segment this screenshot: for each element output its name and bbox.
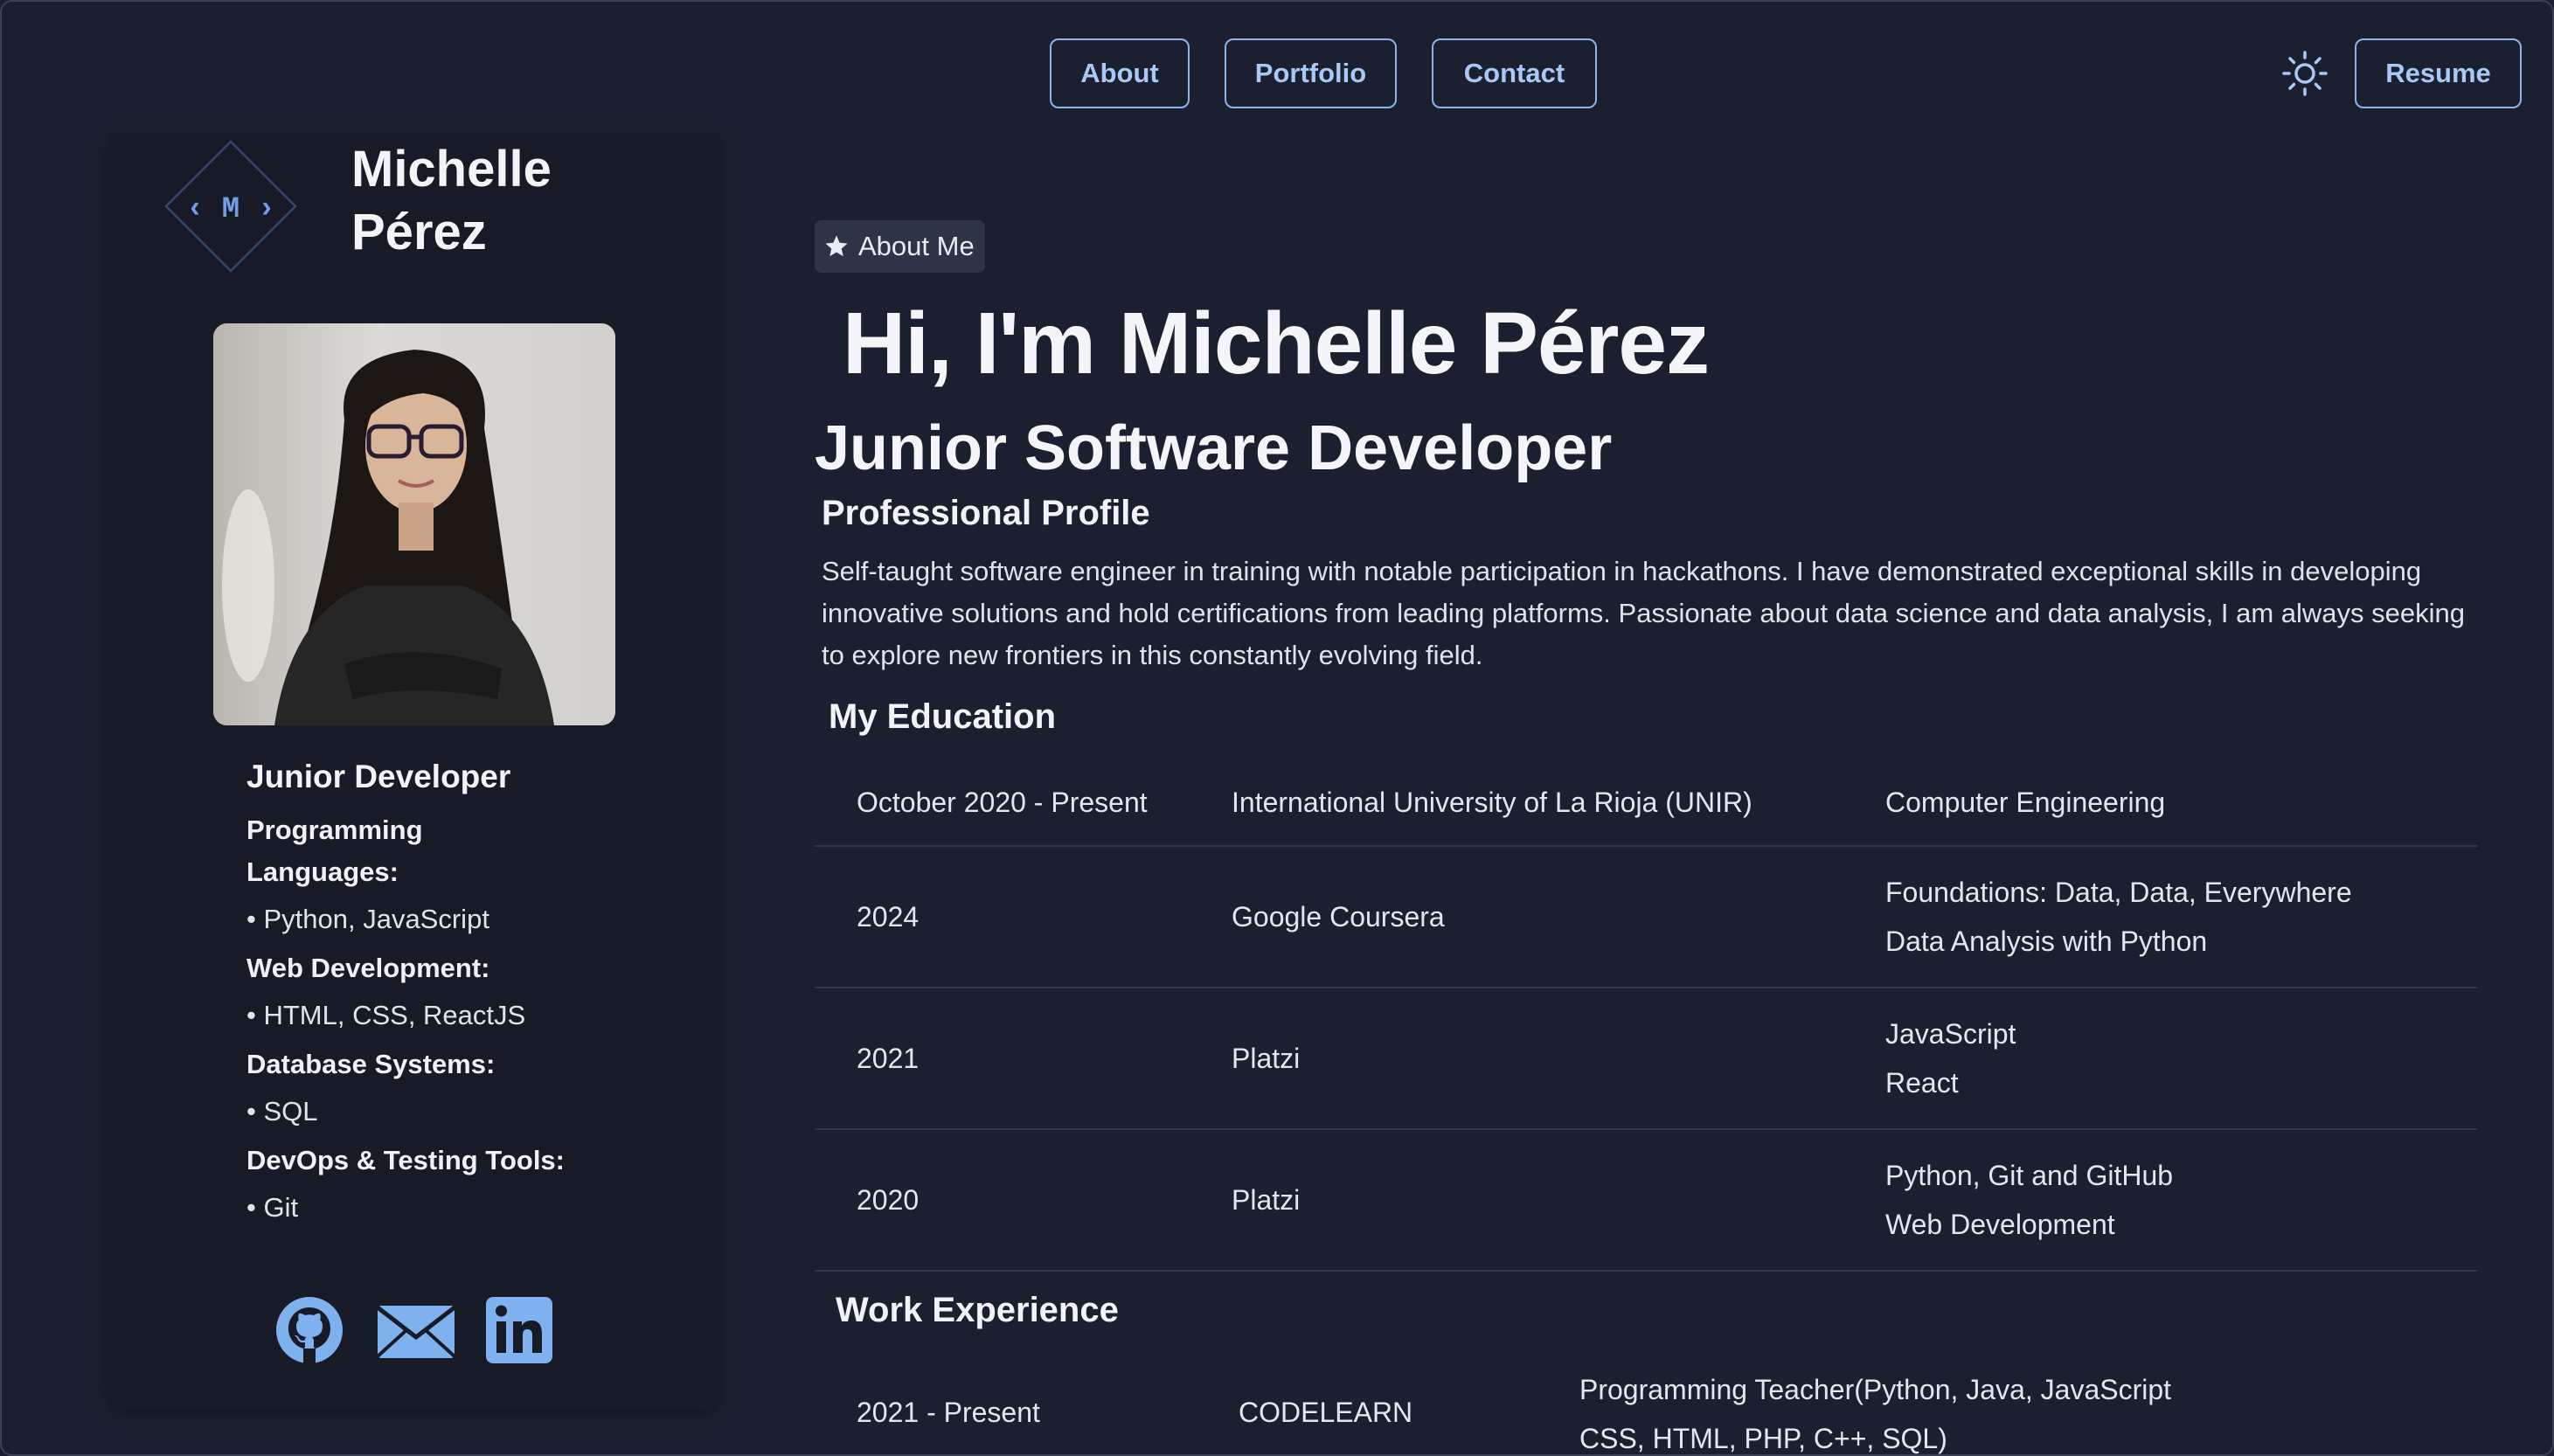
education-date: 2021 <box>815 988 1232 1130</box>
app-window: About Portfolio Contact Resume ‹ M › Mic… <box>0 0 2554 1456</box>
table-row: 2020 Platzi Python, Git and GitHub Web D… <box>815 1129 2477 1272</box>
skill-items: • Git <box>246 1192 299 1223</box>
skill-items: • SQL <box>246 1096 318 1127</box>
sun-icon[interactable] <box>2281 50 2328 97</box>
skills-list: Junior Developer Programming Languages: … <box>246 759 631 1236</box>
table-row: 2021 - Present CODELEARN Programming Tea… <box>815 1365 2477 1454</box>
education-table: October 2020 - Present International Uni… <box>815 759 2477 1272</box>
about-me-badge: About Me <box>815 220 985 273</box>
work-heading: Work Experience <box>836 1291 1119 1329</box>
work-table: 2021 - Present CODELEARN Programming Tea… <box>815 1365 2477 1454</box>
education-heading: My Education <box>829 697 1057 736</box>
skill-category: Programming Languages: <box>246 815 423 887</box>
table-row: October 2020 - Present International Uni… <box>815 759 2477 847</box>
logo-text: ‹ M › <box>186 193 275 226</box>
nav-portfolio-button[interactable]: Portfolio <box>1225 38 1397 108</box>
sidebar-name-last: Pérez <box>351 204 487 260</box>
profile-photo <box>213 323 615 725</box>
work-company: CODELEARN <box>1239 1397 1413 1428</box>
sidebar-name-first: Michelle <box>351 141 552 198</box>
table-row: 2024 Google Coursera Foundations: Data, … <box>815 846 2477 988</box>
education-institution: Google Coursera <box>1232 846 1885 988</box>
education-institution: Platzi <box>1232 988 1885 1130</box>
linkedin-icon[interactable] <box>484 1295 554 1365</box>
logo-icon: ‹ M › <box>164 140 297 273</box>
greeting-heading: Hi, I'm Michelle Pérez <box>843 295 1710 392</box>
education-program: JavaScript React <box>1885 988 2477 1130</box>
job-title: Junior Software Developer <box>815 413 1613 483</box>
education-date: October 2020 - Present <box>815 759 1232 847</box>
github-icon[interactable] <box>274 1295 344 1365</box>
work-date: 2021 - Present <box>857 1397 1040 1428</box>
skill-items: • HTML, CSS, ReactJS <box>246 1000 526 1030</box>
profile-photo-image <box>213 323 615 725</box>
work-role: Programming Teacher(Python, Java, JavaSc… <box>1579 1374 2172 1454</box>
resume-button[interactable]: Resume <box>2355 38 2522 108</box>
profile-text: Self-taught software engineer in trainin… <box>822 556 2466 670</box>
nav-about-button[interactable]: About <box>1050 38 1190 108</box>
sidebar-role: Junior Developer <box>246 759 511 794</box>
education-program: Computer Engineering <box>1885 759 2477 847</box>
star-icon <box>825 235 848 257</box>
education-institution: International University of La Rioja (UN… <box>1232 759 1885 847</box>
table-row: 2021 Platzi JavaScript React <box>815 988 2477 1130</box>
mail-icon[interactable] <box>375 1295 457 1365</box>
education-date: 2020 <box>815 1129 1232 1272</box>
sidebar-name: Michelle Pérez <box>351 138 684 264</box>
skill-items: • Python, JavaScript <box>246 904 489 934</box>
skill-category: Web Development: <box>246 953 490 983</box>
about-me-label: About Me <box>858 231 975 261</box>
nav-contact-button[interactable]: Contact <box>1432 38 1597 108</box>
skill-category: DevOps & Testing Tools: <box>246 1145 565 1175</box>
education-program: Python, Git and GitHub Web Development <box>1885 1129 2477 1272</box>
profile-heading: Professional Profile <box>822 494 1150 532</box>
skill-category: Database Systems: <box>246 1049 496 1079</box>
profile-sidebar: ‹ M › Michelle Pérez Junior Developer Pr… <box>108 133 720 1409</box>
education-date: 2024 <box>815 846 1232 988</box>
education-institution: Platzi <box>1232 1129 1885 1272</box>
education-program: Foundations: Data, Data, Everywhere Data… <box>1885 846 2477 988</box>
